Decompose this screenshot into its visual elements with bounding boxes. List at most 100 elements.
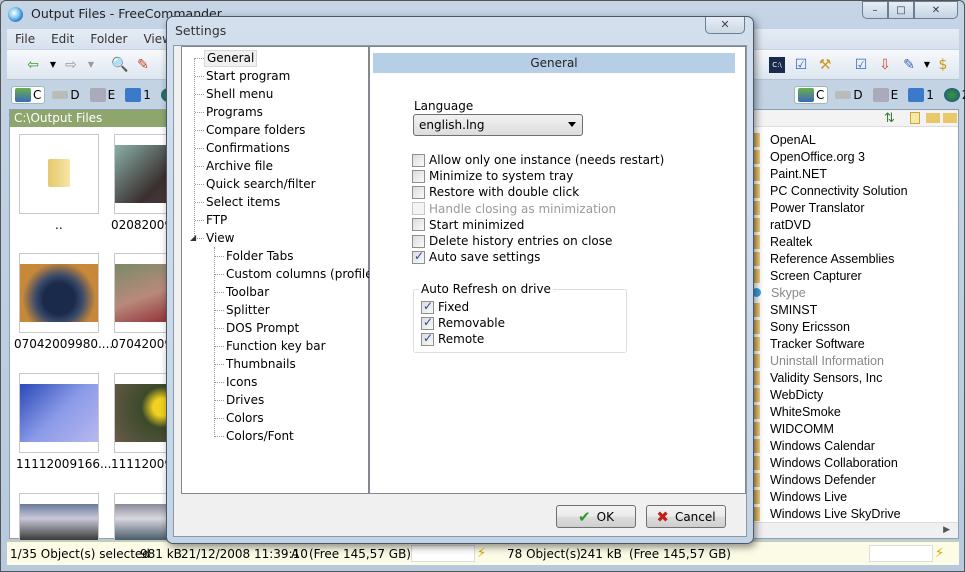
tools-icon[interactable]: ⚒ [817, 57, 833, 73]
drive-e-left[interactable]: E [87, 87, 119, 103]
forward-arrow-icon[interactable]: ⇨ [63, 57, 79, 73]
view-icon[interactable]: 🔍 [111, 57, 128, 73]
expand-triangle-icon[interactable]: ◢ [190, 229, 196, 247]
checkbox[interactable] [421, 315, 434, 330]
tree-item-function-key-bar[interactable]: Function key bar [182, 337, 368, 355]
tree-item-splitter[interactable]: Splitter [182, 301, 368, 319]
drive-d-right[interactable]: D [832, 87, 865, 103]
file-list-item[interactable]: Tracker Software [750, 335, 958, 352]
tree-item-archive-file[interactable]: Archive file [182, 157, 368, 175]
edit-icon[interactable]: ✎ [135, 57, 151, 73]
rename-folder-icon[interactable] [926, 113, 940, 123]
option-restore-with-double-click[interactable]: Restore with double click [412, 184, 579, 200]
file-list-item[interactable]: Windows Defender [750, 471, 958, 488]
tree-item-thumbnails[interactable]: Thumbnails [182, 355, 368, 373]
back-dropdown-icon[interactable]: ▼ [45, 57, 61, 73]
menu-edit[interactable]: Edit [43, 32, 82, 46]
file-list-item[interactable]: Windows Collaboration [750, 454, 958, 471]
checkbox[interactable] [412, 234, 425, 248]
file-list-item[interactable]: Windows Live SkyDrive [750, 505, 958, 522]
option-auto-save-settings[interactable]: Auto save settings [412, 249, 540, 265]
compare-icon[interactable]: ⇅ [884, 111, 895, 126]
tree-item-folder-tabs[interactable]: Folder Tabs [182, 247, 368, 265]
install-icon[interactable]: ⇩ [877, 57, 893, 73]
maximize-button[interactable]: □ [888, 1, 914, 19]
option-start-minimized[interactable]: Start minimized [412, 217, 524, 233]
thumbnail-photo[interactable] [19, 493, 99, 540]
file-list-item[interactable]: Skype [750, 284, 958, 301]
file-list-item[interactable]: Uninstall Information [750, 352, 958, 369]
checkbox[interactable] [412, 153, 425, 167]
drive-c-right[interactable]: C [794, 86, 829, 104]
file-list-item[interactable]: ratDVD [750, 216, 958, 233]
tree-item-start-program[interactable]: Start program [182, 67, 368, 85]
left-file-panel[interactable]: C:\Output Files .. 02082009 07042009980.… [9, 109, 194, 540]
back-arrow-icon[interactable]: ⇦ [25, 57, 41, 73]
tree-item-programs[interactable]: Programs [182, 103, 368, 121]
tree-item-quick-search-filter[interactable]: Quick search/filter [182, 175, 368, 193]
tree-item-colors-font[interactable]: Colors/Font [182, 427, 368, 445]
dialog-close-button[interactable]: ✕ [705, 17, 745, 34]
tree-item-colors[interactable]: Colors [182, 409, 368, 427]
file-list-item[interactable]: Reference Assemblies [750, 250, 958, 267]
notes-icon[interactable]: ✎ [901, 57, 917, 73]
refresh-option-remote[interactable]: Remote [421, 331, 484, 347]
tree-item-view[interactable]: ◢ View [182, 229, 368, 247]
select-icon[interactable]: ☑ [853, 57, 869, 73]
tree-item-ftp[interactable]: FTP [182, 211, 368, 229]
tree-item-custom-columns-profiles-[interactable]: Custom columns (profiles) [182, 265, 384, 283]
drive-2-right[interactable]: 2 [941, 87, 965, 103]
dos-prompt-icon[interactable]: C:\ [769, 57, 785, 73]
file-list-item[interactable]: Sony Ericsson [750, 318, 958, 335]
file-list-item[interactable]: Power Translator [750, 199, 958, 216]
checkbox[interactable] [412, 249, 425, 264]
refresh-option-fixed[interactable]: Fixed [421, 299, 469, 315]
drive-d-left[interactable]: D [49, 87, 82, 103]
file-list-item[interactable]: Windows Live [750, 488, 958, 505]
drive-e-right[interactable]: E [870, 87, 902, 103]
left-filter-input[interactable] [411, 545, 475, 562]
file-list-item[interactable]: Realtek [750, 233, 958, 250]
scroll-right-icon[interactable]: ▶ [943, 525, 950, 535]
checkbox[interactable] [421, 299, 434, 314]
checkbox[interactable] [412, 169, 425, 183]
file-list-item[interactable]: WIDCOMM [750, 420, 958, 437]
up-folder-icon[interactable] [943, 113, 957, 123]
new-file-icon[interactable] [910, 112, 920, 124]
file-list-item[interactable]: SMINST [750, 301, 958, 318]
language-select[interactable]: english.lng [413, 114, 583, 136]
option-minimize-to-system-tray[interactable]: Minimize to system tray [412, 168, 573, 184]
tree-item-confirmations[interactable]: Confirmations [182, 139, 368, 157]
left-path-bar[interactable]: C:\Output Files [10, 110, 170, 127]
forward-dropdown-icon[interactable]: ▼ [83, 57, 99, 73]
option-allow-only-one-instance-needs-restart[interactable]: Allow only one instance (needs restart) [412, 152, 664, 168]
settings-icon[interactable]: $ [935, 57, 951, 73]
thumbnail-photo[interactable] [19, 373, 99, 453]
horizontal-scrollbar[interactable]: ▶ [750, 522, 958, 538]
tree-item-toolbar[interactable]: Toolbar [182, 283, 368, 301]
tree-item-compare-folders[interactable]: Compare folders [182, 121, 368, 139]
filter-icon[interactable]: ⚡ [935, 546, 951, 562]
tree-item-general[interactable]: General [182, 49, 368, 67]
checkbox[interactable] [412, 218, 425, 232]
refresh-option-removable[interactable]: Removable [421, 315, 505, 331]
tree-item-icons[interactable]: Icons [182, 373, 368, 391]
tree-item-select-items[interactable]: Select items [182, 193, 368, 211]
cancel-button[interactable]: ✖ Cancel [646, 505, 726, 528]
menu-file[interactable]: File [7, 32, 43, 46]
file-list-item[interactable]: Windows Calendar [750, 437, 958, 454]
file-list-item[interactable]: OpenOffice.org 3 [750, 148, 958, 165]
close-button[interactable]: ✕ [914, 1, 958, 19]
tree-item-dos-prompt[interactable]: DOS Prompt [182, 319, 368, 337]
file-list-item[interactable]: Screen Capturer [750, 267, 958, 284]
file-list-item[interactable]: Paint.NET [750, 165, 958, 182]
drive-1-right[interactable]: 1 [905, 87, 937, 103]
ok-button[interactable]: ✔ OK [556, 505, 636, 528]
drive-c-left[interactable]: C [11, 86, 46, 104]
notes-dropdown-icon[interactable]: ▼ [919, 57, 935, 73]
right-file-panel[interactable]: ⇅ OpenAL OpenOffice.org 3 Paint.NET PC Conn… [749, 109, 959, 539]
right-filter-input[interactable] [869, 545, 933, 562]
drive-1-left[interactable]: 1 [122, 87, 154, 103]
menu-folder[interactable]: Folder [82, 32, 135, 46]
checkbox[interactable] [412, 185, 425, 199]
